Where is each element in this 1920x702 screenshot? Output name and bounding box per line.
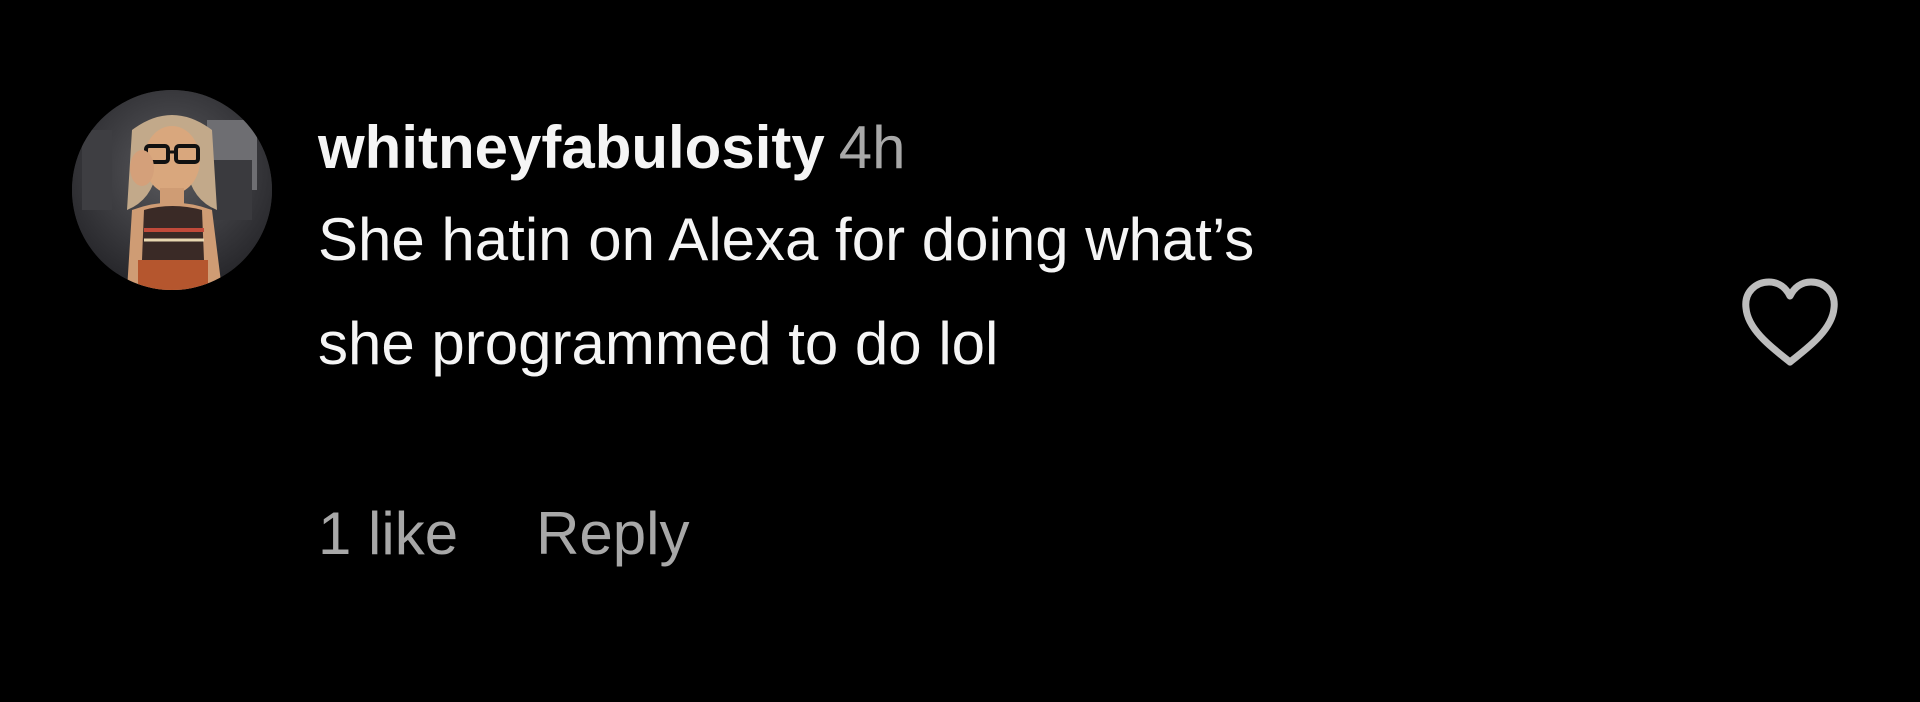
avatar-image	[72, 90, 272, 290]
comment-text: She hatin on Alexa for doing what’s she …	[318, 206, 1255, 377]
username-link[interactable]: whitneyfabulosity	[318, 114, 825, 181]
comment-item: whitneyfabulosity 4h She hatin on Alexa f…	[0, 0, 1920, 702]
comment-body: whitneyfabulosity 4h She hatin on Alexa f…	[318, 108, 1658, 396]
user-avatar[interactable]	[72, 90, 272, 290]
comment-timestamp: 4h	[838, 114, 906, 181]
likes-count-link[interactable]: 1 like	[318, 494, 458, 574]
comment-header: whitneyfabulosity 4h	[318, 108, 1658, 188]
reply-button[interactable]: Reply	[536, 494, 689, 574]
like-button[interactable]	[1738, 276, 1842, 370]
heart-outline-icon	[1742, 278, 1838, 366]
comment-actions: 1 like Reply	[318, 494, 689, 574]
